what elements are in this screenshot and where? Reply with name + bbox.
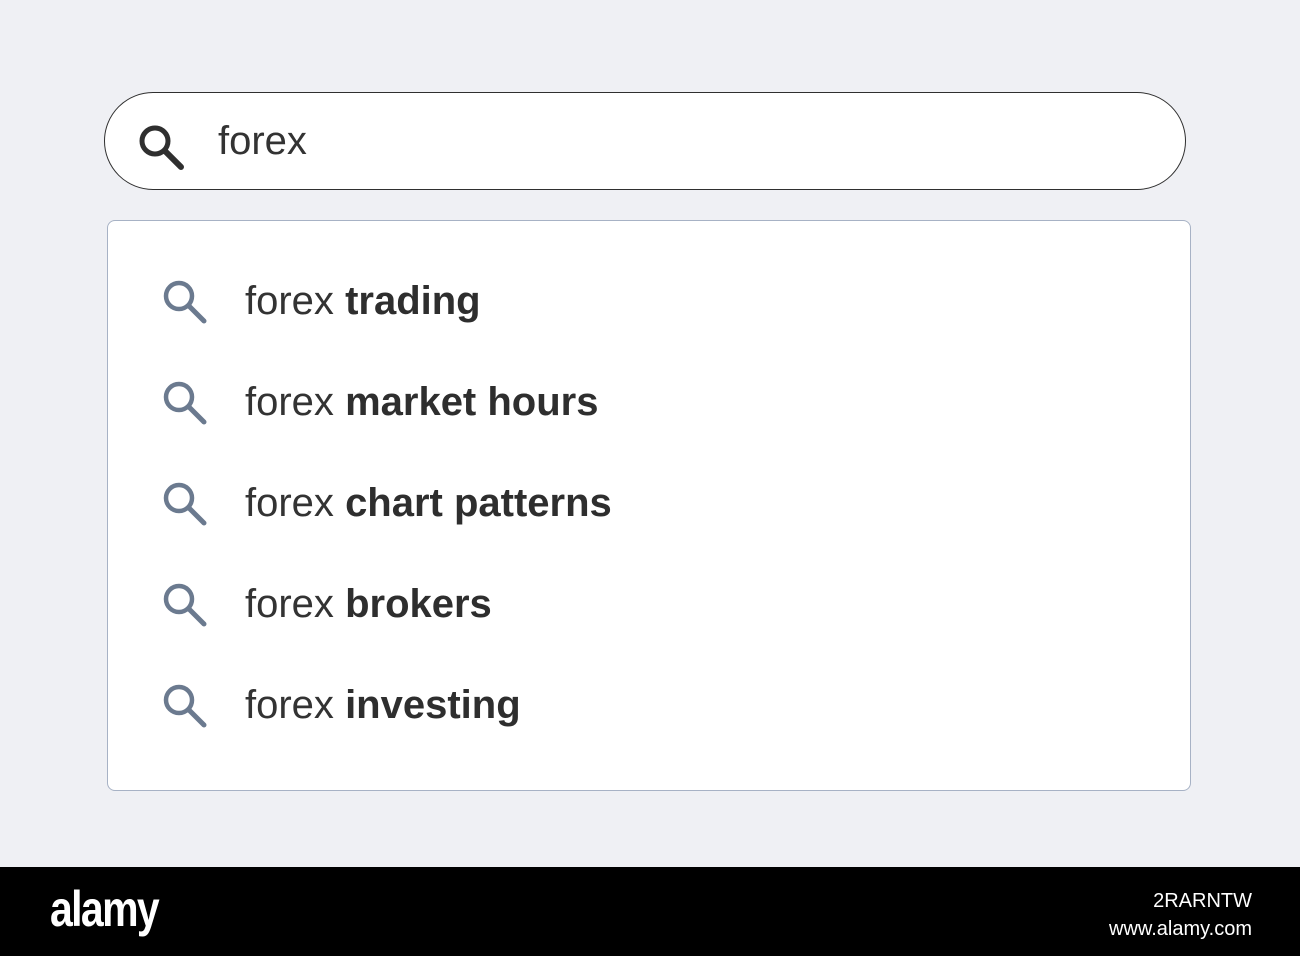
search-icon bbox=[158, 578, 210, 630]
suggestion-completion: trading bbox=[345, 279, 481, 323]
search-icon bbox=[158, 679, 210, 731]
suggestion-prefix: forex bbox=[245, 683, 334, 727]
suggestion-text: forex investing bbox=[245, 685, 521, 725]
suggestion-item[interactable]: forex investing bbox=[108, 649, 1190, 741]
suggestion-completion: investing bbox=[345, 683, 521, 727]
image-id: 2RARNTW bbox=[1153, 890, 1252, 912]
search-icon bbox=[158, 477, 210, 529]
search-icon[interactable] bbox=[135, 121, 187, 173]
suggestion-completion: brokers bbox=[345, 582, 492, 626]
suggestion-text: forex brokers bbox=[245, 584, 492, 624]
suggestion-text: forex chart patterns bbox=[245, 483, 612, 523]
suggestion-completion: chart patterns bbox=[345, 481, 612, 525]
suggestion-item[interactable]: forex trading bbox=[108, 245, 1190, 337]
search-icon bbox=[158, 376, 210, 428]
suggestion-item[interactable]: forex market hours bbox=[108, 346, 1190, 438]
search-bar[interactable] bbox=[104, 92, 1186, 190]
suggestion-prefix: forex bbox=[245, 582, 334, 626]
suggestion-prefix: forex bbox=[245, 481, 334, 525]
suggestion-prefix: forex bbox=[245, 380, 334, 424]
suggestion-completion: market hours bbox=[345, 380, 599, 424]
alamy-logo: alamy bbox=[50, 881, 160, 937]
suggestion-text: forex trading bbox=[245, 281, 481, 321]
search-input[interactable] bbox=[218, 115, 1118, 167]
suggestions-dropdown: forex trading forex market hours forex c… bbox=[107, 220, 1191, 791]
suggestion-item[interactable]: forex brokers bbox=[108, 548, 1190, 640]
watermark-footer: alamy 2RARNTW www.alamy.com bbox=[0, 867, 1300, 956]
suggestion-item[interactable]: forex chart patterns bbox=[108, 447, 1190, 539]
site-url: www.alamy.com bbox=[1109, 918, 1252, 940]
page-background: forex trading forex market hours bbox=[0, 0, 1300, 867]
suggestion-prefix: forex bbox=[245, 279, 334, 323]
suggestion-text: forex market hours bbox=[245, 382, 598, 422]
search-icon bbox=[158, 275, 210, 327]
